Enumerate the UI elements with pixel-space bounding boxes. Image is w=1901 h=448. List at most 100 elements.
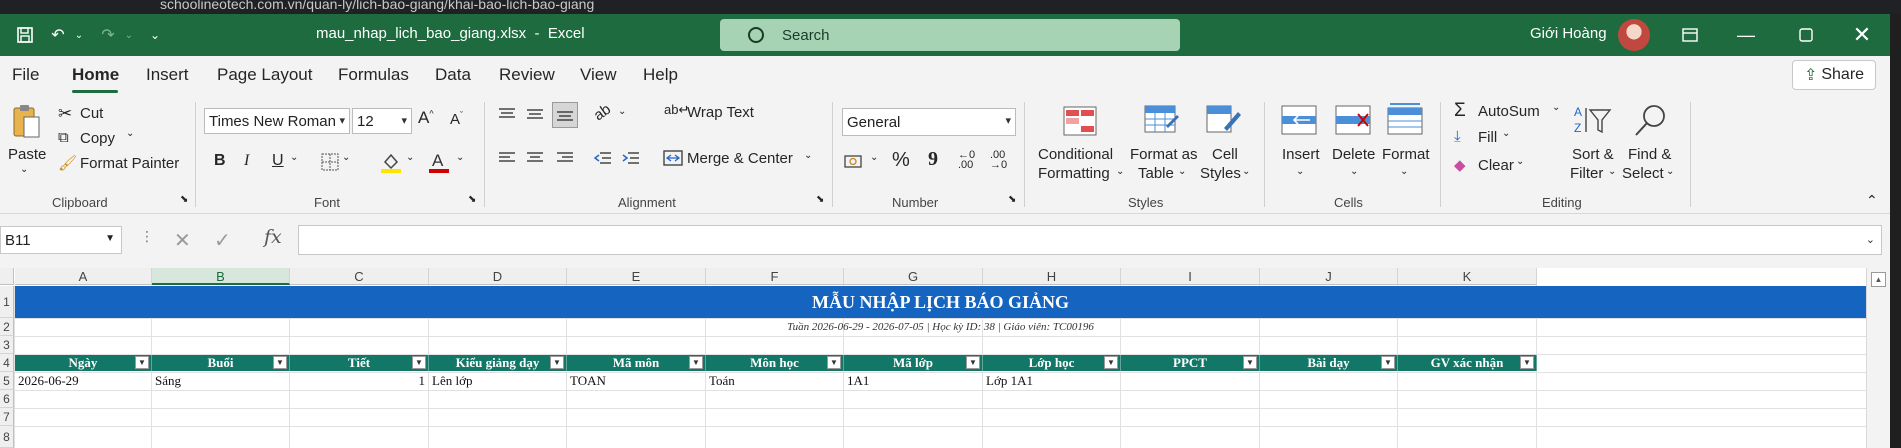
clear-button[interactable]: Clear [1478, 157, 1514, 174]
row-header-6[interactable]: 6 [0, 390, 14, 408]
column-header-g[interactable]: G [844, 268, 983, 285]
column-header-j[interactable]: J [1260, 268, 1398, 285]
expand-formula-bar-icon[interactable]: ⌄ [1866, 233, 1875, 246]
align-right-icon[interactable] [554, 148, 576, 168]
align-top-icon[interactable] [496, 104, 518, 124]
data-cell[interactable]: 1 [290, 372, 429, 390]
format-cells-icon[interactable] [1386, 102, 1426, 138]
clear-icon[interactable]: ◆ [1454, 156, 1466, 174]
collapse-ribbon-icon[interactable]: ⌃ [1866, 192, 1878, 209]
number-launcher-icon[interactable]: ⬊ [1008, 194, 1016, 205]
name-box[interactable]: B11 ▼ [0, 226, 122, 254]
increase-indent-icon[interactable] [620, 148, 642, 168]
browser-url[interactable]: schoolineotech.com.vn/quan-ly/lich-bao-g… [160, 0, 594, 12]
row-header-1[interactable]: 1 [0, 286, 14, 318]
scroll-up-icon[interactable]: ▲ [1871, 272, 1886, 287]
insert-cells-button[interactable]: Insert [1282, 146, 1320, 163]
format-painter-icon[interactable]: 🖌 [58, 154, 77, 172]
data-cell[interactable]: Lớp 1A1 [983, 372, 1121, 390]
alignment-launcher-icon[interactable]: ⬊ [816, 194, 824, 205]
filter-dropdown-icon[interactable]: ▼ [1520, 356, 1534, 369]
clear-dropdown-icon[interactable]: ⌄ [1516, 156, 1524, 167]
paste-icon[interactable] [10, 102, 42, 142]
tab-data[interactable]: Data [435, 65, 471, 85]
accounting-dropdown-icon[interactable]: ⌄ [870, 152, 878, 163]
accounting-format-icon[interactable] [842, 150, 868, 172]
format-cells-button[interactable]: Format [1382, 146, 1430, 163]
underline-dropdown-icon[interactable]: ⌄ [290, 152, 298, 163]
autosum-dropdown-icon[interactable]: ⌄ [1552, 102, 1560, 113]
header-cell[interactable]: Tiết ▼ [290, 355, 429, 371]
header-cell[interactable]: Môn học ▼ [706, 355, 844, 371]
italic-button[interactable]: I [244, 152, 249, 170]
conditional-formatting-icon[interactable] [1062, 104, 1098, 138]
increase-decimal-icon[interactable]: ←0.00 [958, 150, 975, 171]
cut-icon[interactable]: ✂ [58, 104, 72, 124]
column-header-e[interactable]: E [567, 268, 706, 285]
more-options-icon[interactable]: ⋮ [140, 228, 154, 245]
comma-style-button[interactable]: 9 [928, 148, 938, 171]
redo-dropdown-icon[interactable]: ⌄ [122, 22, 136, 48]
tab-page-layout[interactable]: Page Layout [217, 65, 312, 85]
minimize-icon[interactable]: — [1726, 20, 1766, 50]
tab-file[interactable]: File [12, 65, 39, 85]
orientation-dropdown-icon[interactable]: ⌄ [618, 106, 626, 117]
filter-dropdown-icon[interactable]: ▼ [827, 356, 841, 369]
undo-dropdown-icon[interactable]: ⌄ [72, 22, 86, 48]
autosum-button[interactable]: AutoSum [1478, 103, 1540, 120]
delete-cells-icon[interactable] [1334, 104, 1374, 138]
header-cell[interactable]: Mã môn ▼ [567, 355, 706, 371]
row-header-3[interactable]: 3 [0, 336, 14, 354]
sort-filter-line1[interactable]: Sort & [1572, 146, 1614, 163]
user-name[interactable]: Giới Hoàng [1530, 25, 1607, 42]
filter-dropdown-icon[interactable]: ▼ [550, 356, 564, 369]
orientation-icon[interactable]: ab [591, 101, 614, 124]
filter-dropdown-icon[interactable]: ▼ [966, 356, 980, 369]
header-cell[interactable]: GV xác nhận ▼ [1398, 355, 1537, 371]
clipboard-launcher-icon[interactable]: ⬊ [180, 194, 188, 205]
format-painter-button[interactable]: Format Painter [80, 155, 179, 172]
vertical-scrollbar[interactable]: ▲ [1866, 268, 1890, 448]
share-button[interactable]: ⇪ Share [1792, 60, 1876, 90]
data-cell[interactable] [1398, 372, 1537, 390]
paste-dropdown-icon[interactable]: ⌄ [20, 164, 28, 175]
filter-dropdown-icon[interactable]: ▼ [273, 356, 287, 369]
maximize-icon[interactable] [1786, 20, 1826, 50]
format-as-table-line1[interactable]: Format as [1130, 146, 1198, 163]
filter-dropdown-icon[interactable]: ▼ [1243, 356, 1257, 369]
conditional-formatting-line2[interactable]: Formatting [1038, 165, 1110, 182]
tab-home[interactable]: Home [72, 65, 119, 85]
fill-dropdown-icon[interactable]: ⌄ [1502, 128, 1510, 139]
merge-center-dropdown-icon[interactable]: ⌄ [804, 150, 812, 161]
fill-color-icon[interactable] [380, 150, 402, 174]
tab-view[interactable]: View [580, 65, 617, 85]
header-cell[interactable]: Buổi ▼ [152, 355, 290, 371]
delete-cells-dropdown-icon[interactable]: ⌄ [1350, 166, 1358, 177]
borders-dropdown-icon[interactable]: ⌄ [342, 152, 350, 163]
sheet-title-banner[interactable]: MẪU NHẬP LỊCH BÁO GIẢNG [15, 286, 1866, 318]
copy-dropdown-icon[interactable]: ⌄ [126, 128, 134, 139]
data-cell[interactable]: Sáng [152, 372, 290, 390]
row-header-7[interactable]: 7 [0, 408, 14, 426]
format-as-table-dropdown-icon[interactable]: ⌄ [1178, 166, 1186, 177]
percent-style-button[interactable]: % [892, 149, 910, 172]
tab-review[interactable]: Review [499, 65, 555, 85]
cut-button[interactable]: Cut [80, 105, 103, 122]
find-select-dropdown-icon[interactable]: ⌄ [1666, 166, 1674, 177]
fill-color-dropdown-icon[interactable]: ⌄ [406, 152, 414, 163]
column-header-i[interactable]: I [1121, 268, 1260, 285]
data-cell[interactable]: TOAN [567, 372, 706, 390]
font-family-dropdown[interactable]: Times New Roman ▾ [204, 108, 350, 134]
cell-styles-dropdown-icon[interactable]: ⌄ [1242, 166, 1250, 177]
bold-button[interactable]: B [214, 152, 226, 170]
data-cell[interactable]: Lên lớp [429, 372, 567, 390]
header-cell[interactable]: Kiểu giảng dạy ▼ [429, 355, 567, 371]
fill-button[interactable]: Fill [1478, 129, 1497, 146]
column-header-h[interactable]: H [983, 268, 1121, 285]
avatar[interactable] [1618, 19, 1650, 51]
tab-formulas[interactable]: Formulas [338, 65, 409, 85]
underline-button[interactable]: U [272, 152, 284, 170]
ribbon-display-icon[interactable] [1670, 20, 1710, 50]
format-as-table-icon[interactable] [1144, 104, 1180, 138]
align-center-icon[interactable] [524, 148, 546, 168]
